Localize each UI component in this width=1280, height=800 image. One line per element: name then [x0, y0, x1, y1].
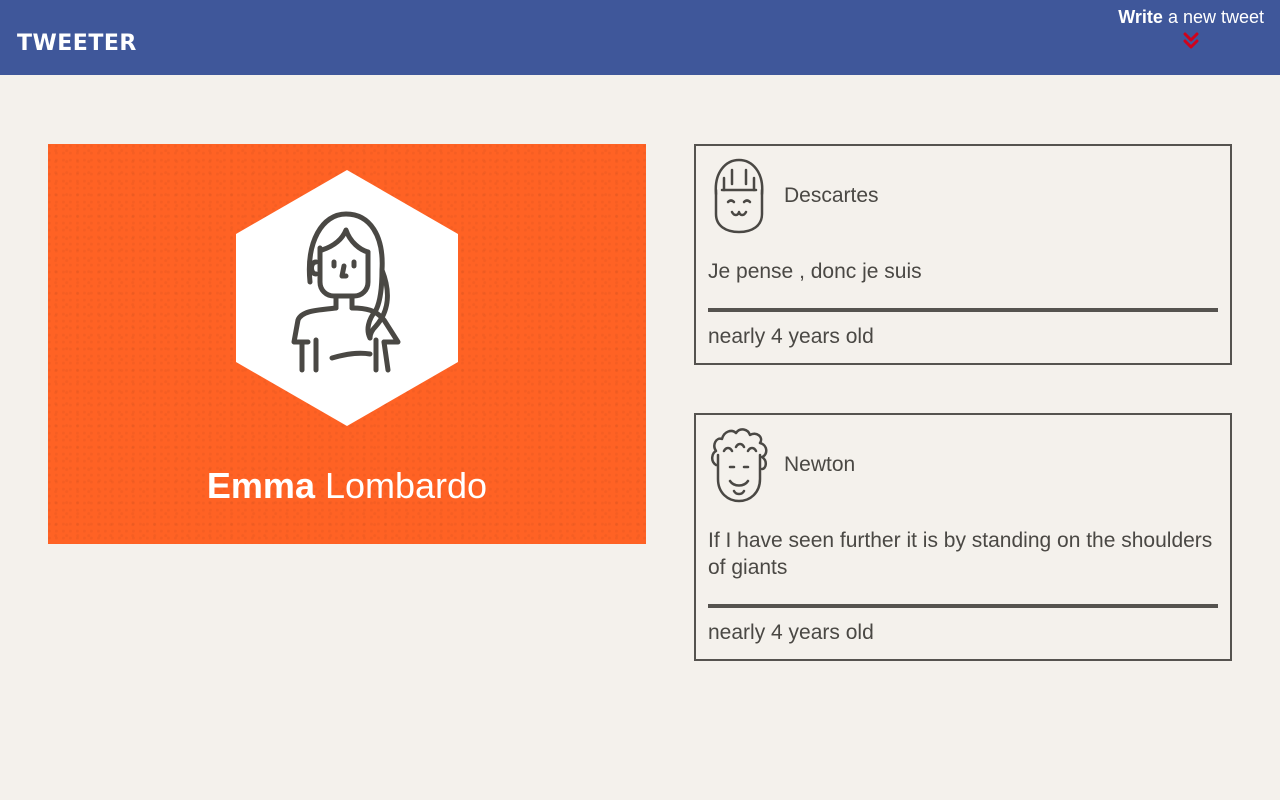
tweet-author[interactable]: Newton	[784, 453, 855, 477]
double-chevron-down-icon	[1183, 32, 1199, 49]
tweet-divider	[708, 604, 1218, 608]
write-label-strong: Write	[1118, 7, 1163, 27]
brand-logo[interactable]: TWEETER	[17, 31, 137, 56]
profile-last-name: Lombardo	[314, 465, 488, 506]
write-new-tweet-button[interactable]: Write a new tweet	[1118, 6, 1264, 50]
write-new-tweet-label: Write a new tweet	[1118, 6, 1264, 28]
tweet-age: nearly 4 years old	[708, 325, 874, 348]
tweet-age: nearly 4 years old	[708, 621, 874, 644]
profile-card: Emma Lombardo	[48, 144, 646, 544]
tweet-card[interactable]: Descartes Je pense , donc je suis nearly…	[694, 144, 1232, 365]
tweet-divider	[708, 308, 1218, 312]
newton-avatar-icon	[711, 428, 768, 503]
tweet-body: Je pense , donc je suis	[708, 260, 922, 283]
write-label-rest: a new tweet	[1162, 7, 1264, 27]
tweet-card[interactable]: Newton If I have seen further it is by s…	[694, 413, 1232, 661]
profile-name: Emma Lombardo	[48, 465, 646, 507]
profile-first-name: Emma	[206, 465, 315, 506]
descartes-avatar-icon	[714, 158, 764, 234]
tweet-body: If I have seen further it is by standing…	[708, 529, 1213, 579]
tweet-author[interactable]: Descartes	[784, 184, 879, 208]
top-navigation-bar: TWEETER Write a new tweet	[0, 0, 1280, 75]
profile-avatar	[236, 170, 458, 426]
